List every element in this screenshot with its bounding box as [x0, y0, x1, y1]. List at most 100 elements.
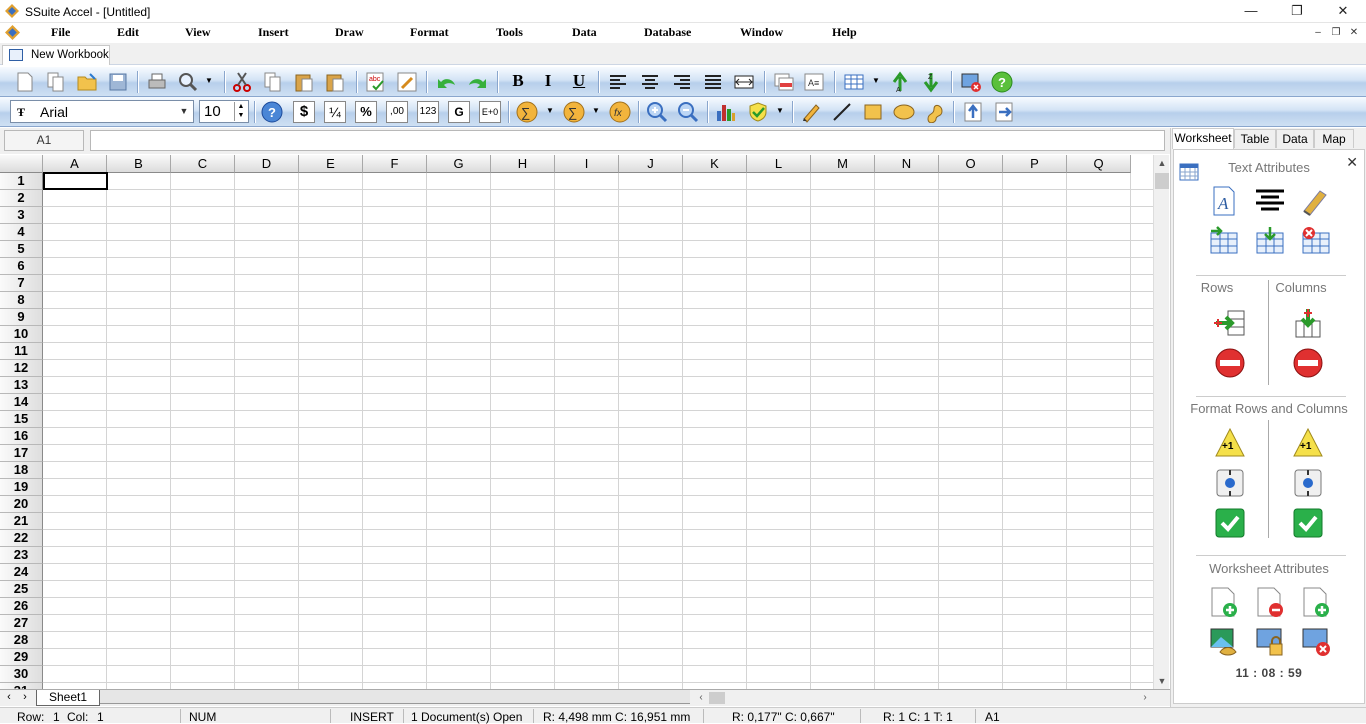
general-format-button[interactable]: G	[448, 101, 470, 123]
line-draw-icon[interactable]	[831, 101, 853, 123]
chart-icon[interactable]	[715, 101, 737, 123]
sheet-next-icon[interactable]: ›	[19, 691, 31, 703]
currency-format-button[interactable]: $	[293, 101, 315, 123]
help-icon[interactable]: ?	[991, 71, 1013, 93]
row-header-5[interactable]: 5	[0, 241, 43, 258]
row-header-30[interactable]: 30	[0, 666, 43, 683]
undo-icon[interactable]	[435, 71, 457, 93]
exit-icon[interactable]	[960, 71, 982, 93]
underline-button[interactable]: U	[568, 71, 590, 93]
delete-row-icon[interactable]	[1214, 347, 1246, 379]
column-header-a[interactable]: A	[43, 155, 107, 173]
rectangle-draw-icon[interactable]	[862, 101, 884, 123]
mdi-minimize-button[interactable]: –	[1310, 25, 1326, 41]
cut-icon[interactable]	[231, 71, 253, 93]
functions-dropdown-icon[interactable]: ▼	[592, 106, 600, 115]
cells-area[interactable]	[43, 173, 1153, 689]
row-header-22[interactable]: 22	[0, 530, 43, 547]
column-header-k[interactable]: K	[683, 155, 747, 173]
scroll-right-icon[interactable]: ›	[1137, 690, 1153, 706]
autosum-icon[interactable]: ∑	[516, 101, 538, 123]
remove-sheet-icon[interactable]	[1254, 586, 1286, 618]
maximize-button[interactable]: ❐	[1274, 0, 1320, 23]
menu-database[interactable]: Database	[644, 25, 691, 40]
align-left-icon[interactable]	[607, 71, 629, 93]
menu-insert[interactable]: Insert	[258, 25, 289, 40]
column-header-h[interactable]: H	[491, 155, 555, 173]
row-header-23[interactable]: 23	[0, 547, 43, 564]
merge-cells-icon[interactable]	[733, 71, 755, 93]
sort-ascending-icon[interactable]: A	[889, 71, 911, 93]
row-header-2[interactable]: 2	[0, 190, 43, 207]
sheet-prev-icon[interactable]: ‹	[3, 691, 15, 703]
row-autofit-icon[interactable]	[1214, 507, 1246, 539]
row-header-7[interactable]: 7	[0, 275, 43, 292]
scientific-format-button[interactable]: E+0	[479, 101, 501, 123]
row-header-4[interactable]: 4	[0, 224, 43, 241]
insert-cells-icon[interactable]	[1208, 225, 1240, 257]
horizontal-scrollbar[interactable]: ‹ ›	[693, 690, 1153, 706]
row-header-16[interactable]: 16	[0, 428, 43, 445]
document-logo-icon[interactable]	[5, 25, 20, 40]
open-folder-icon[interactable]	[76, 71, 98, 93]
tab-table[interactable]: Table	[1234, 129, 1276, 148]
spell-check-icon[interactable]: abc	[365, 71, 387, 93]
print-preview-dropdown-icon[interactable]: ▼	[205, 76, 213, 85]
freeform-draw-icon[interactable]	[924, 101, 946, 123]
menu-file[interactable]: File	[51, 25, 70, 40]
spin-arrows-icon[interactable]: ▲ ▼	[234, 102, 247, 121]
protect-sheet-icon[interactable]	[1254, 626, 1286, 658]
row-header-12[interactable]: 12	[0, 360, 43, 377]
paste-icon[interactable]	[293, 71, 315, 93]
column-header-m[interactable]: M	[811, 155, 875, 173]
column-header-q[interactable]: Q	[1067, 155, 1131, 173]
menu-edit[interactable]: Edit	[117, 25, 139, 40]
copy-icon[interactable]	[262, 71, 284, 93]
validation-check-icon[interactable]	[747, 101, 769, 123]
scroll-up-icon[interactable]: ▲	[1154, 155, 1170, 171]
column-header-b[interactable]: B	[107, 155, 171, 173]
row-header-21[interactable]: 21	[0, 513, 43, 530]
function-help-icon[interactable]: ?	[261, 101, 283, 123]
number-format-button[interactable]: 123	[417, 101, 439, 123]
zoom-in-icon[interactable]	[646, 101, 668, 123]
print-preview-icon[interactable]	[177, 71, 199, 93]
row-header-18[interactable]: 18	[0, 462, 43, 479]
bold-button[interactable]: B	[507, 71, 529, 93]
add-sheet-icon[interactable]	[1208, 586, 1240, 618]
row-header-20[interactable]: 20	[0, 496, 43, 513]
horizontal-scroll-thumb[interactable]	[709, 692, 725, 704]
text-effects-icon[interactable]	[1300, 185, 1332, 217]
row-header-27[interactable]: 27	[0, 615, 43, 632]
column-autofit-icon[interactable]	[1292, 507, 1324, 539]
send-backward-icon[interactable]	[993, 101, 1015, 123]
mdi-restore-button[interactable]: ❐	[1328, 25, 1344, 41]
menu-tools[interactable]: Tools	[496, 25, 523, 40]
insert-column-icon[interactable]	[1292, 307, 1324, 339]
menu-window[interactable]: Window	[740, 25, 783, 40]
column-header-d[interactable]: D	[235, 155, 299, 173]
column-header-i[interactable]: I	[555, 155, 619, 173]
text-align-icon[interactable]	[1254, 185, 1286, 217]
row-header-10[interactable]: 10	[0, 326, 43, 343]
pencil-draw-icon[interactable]	[800, 101, 822, 123]
sheet-tab-sheet1[interactable]: Sheet1	[36, 690, 100, 706]
sum-functions-icon[interactable]: ∑	[563, 101, 585, 123]
redo-icon[interactable]	[467, 71, 489, 93]
column-header-o[interactable]: O	[939, 155, 1003, 173]
row-header-11[interactable]: 11	[0, 343, 43, 360]
row-header-17[interactable]: 17	[0, 445, 43, 462]
cell-color-icon[interactable]	[773, 71, 795, 93]
row-header-29[interactable]: 29	[0, 649, 43, 666]
menu-view[interactable]: View	[185, 25, 211, 40]
bring-forward-icon[interactable]	[962, 101, 984, 123]
row-header-19[interactable]: 19	[0, 479, 43, 496]
percent-format-button[interactable]: %	[355, 101, 377, 123]
column-header-c[interactable]: C	[171, 155, 235, 173]
text-box-icon[interactable]: A≡	[803, 71, 825, 93]
row-header-13[interactable]: 13	[0, 377, 43, 394]
align-center-icon[interactable]	[639, 71, 661, 93]
font-size-stepper[interactable]: 10 ▲ ▼	[199, 100, 249, 123]
zoom-out-icon[interactable]	[677, 101, 699, 123]
paste-special-icon[interactable]	[324, 71, 346, 93]
